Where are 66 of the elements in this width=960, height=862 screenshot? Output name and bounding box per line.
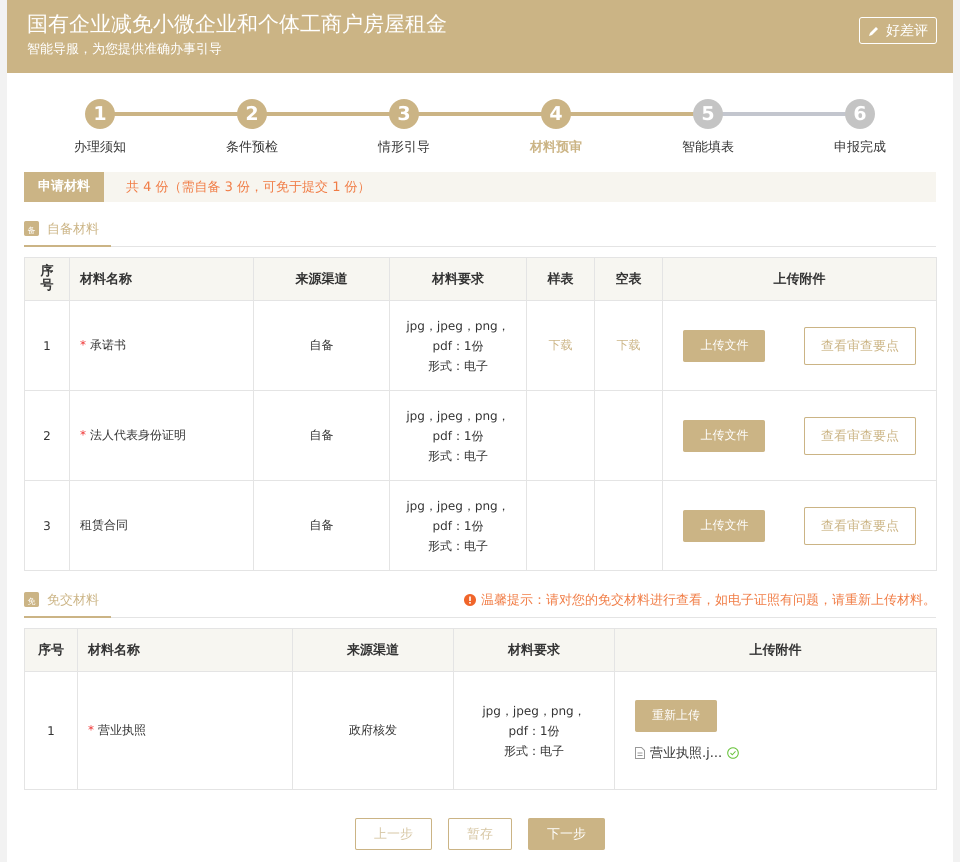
column-header: 样表 <box>526 258 594 300</box>
step-button[interactable]: 上一步 <box>355 818 432 850</box>
download-link[interactable]: 下载 <box>548 338 572 352</box>
table-cell: jpg，jpeg，png， pdf：1份 形式：电子 <box>390 300 526 390</box>
table-cell: 自备 <box>254 390 390 480</box>
table-cell: 2 <box>24 390 70 480</box>
material-name: * 法人代表身份证明 <box>80 428 186 442</box>
upload-button[interactable]: 上传文件 <box>683 330 766 362</box>
column-header: 来源渠道 <box>254 258 390 300</box>
step-label: 材料预审 <box>530 138 582 156</box>
step-number: 4 <box>541 99 571 129</box>
table-cell: jpg，jpeg，png， pdf：1份 形式：电子 <box>454 672 614 790</box>
section-tag: 申请材料 <box>24 172 104 202</box>
step-button[interactable]: 下一步 <box>528 818 605 850</box>
step-label: 智能填表 <box>682 139 734 156</box>
reupload-button[interactable]: 重新上传 <box>635 700 717 732</box>
summary-text: 共 4 份（需自备 3 份，可免于提交 1 份） <box>126 179 371 196</box>
table-cell: jpg，jpeg，png， pdf：1份 形式：电子 <box>390 390 526 480</box>
material-name: * 承诺书 <box>80 338 126 352</box>
folder-icon: 备 <box>24 221 39 236</box>
table-cell: 1 <box>24 672 78 790</box>
table-cell: 自备 <box>254 480 390 570</box>
column-header: 上传附件 <box>662 258 936 300</box>
column-header: 来源渠道 <box>292 628 454 672</box>
notice-text: 温馨提示：请对您的免交材料进行查看，如电子证照有问题，请重新上传材料。 <box>481 592 936 609</box>
step-label: 情形引导 <box>378 139 430 156</box>
table-cell: 政府核发 <box>292 672 454 790</box>
section-title: 免交材料 <box>47 592 99 608</box>
table-cell: jpg，jpeg，png， pdf：1份 形式：电子 <box>390 480 526 570</box>
page-subtitle: 智能导服，为您提供准确办事引导 <box>27 41 223 58</box>
file-link[interactable]: 营业执照.j... <box>650 744 722 762</box>
folder-icon: 免 <box>24 592 39 607</box>
file-icon <box>635 746 645 758</box>
step-number: 5 <box>693 99 723 129</box>
step-number: 3 <box>389 99 419 129</box>
step-button[interactable]: 暂存 <box>448 818 512 850</box>
step-label: 办理须知 <box>74 139 126 156</box>
step-label: 申报完成 <box>834 139 886 156</box>
table-cell: 3 <box>24 480 70 570</box>
upload-button[interactable]: 上传文件 <box>683 420 766 452</box>
section-title: 自备材料 <box>47 220 99 238</box>
material-name: * 营业执照 <box>88 723 146 737</box>
review-button[interactable]: 查看审查要点 <box>804 416 916 454</box>
pencil-icon <box>868 24 880 36</box>
step-number: 6 <box>845 99 875 129</box>
step-number: 2 <box>237 99 267 129</box>
step-label: 条件预检 <box>226 139 278 156</box>
page-title: 国有企业减免小微企业和个体工商户房屋租金 <box>27 11 447 38</box>
column-header: 材料名称 <box>70 258 254 300</box>
column-header: 序号 <box>24 628 78 672</box>
table-cell: 1 <box>24 300 70 390</box>
column-header: 材料要求 <box>390 258 526 300</box>
rating-button[interactable]: 好差评 <box>859 17 937 44</box>
upload-button[interactable]: 上传文件 <box>683 510 766 542</box>
column-header: 材料名称 <box>78 628 292 672</box>
review-button[interactable]: 查看审查要点 <box>804 326 916 364</box>
column-header: 上传附件 <box>614 628 936 672</box>
step-number: 1 <box>85 99 115 129</box>
review-button[interactable]: 查看审查要点 <box>804 506 916 544</box>
column-header: 材料要求 <box>454 628 614 672</box>
download-link[interactable]: 下载 <box>616 338 640 352</box>
info-icon <box>464 594 476 606</box>
column-header: 空表 <box>594 258 662 300</box>
table-cell: 自备 <box>254 300 390 390</box>
material-name: 租赁合同 <box>80 518 128 532</box>
column-header: 序号 <box>24 258 70 300</box>
